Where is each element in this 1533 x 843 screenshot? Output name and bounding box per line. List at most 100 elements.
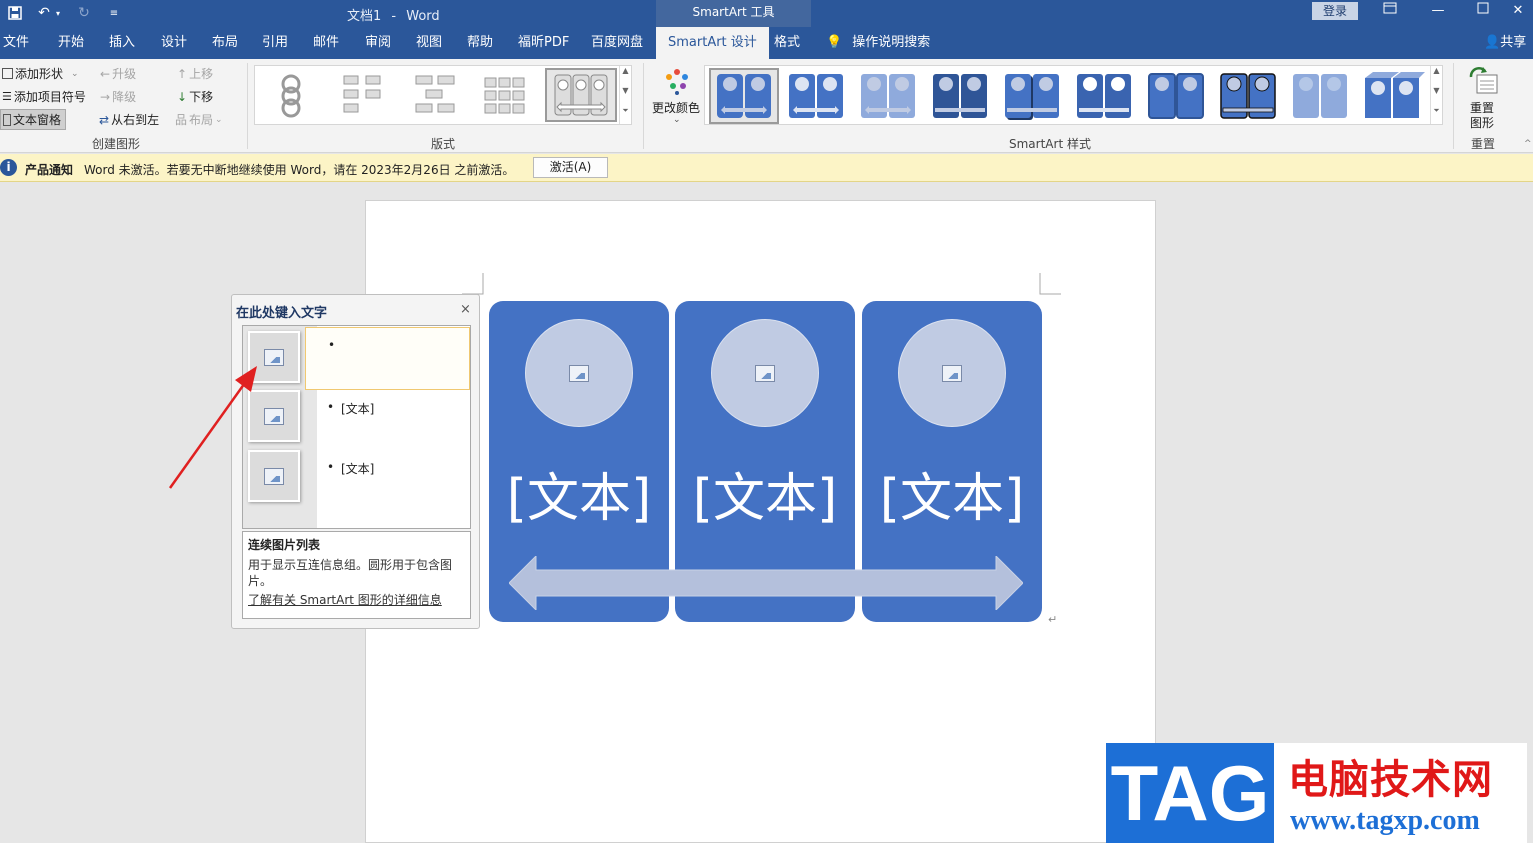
chevron-down-icon: ⌄ [71, 68, 79, 79]
reset-graphic-button[interactable]: 重置 图形 [1460, 63, 1506, 130]
learn-more-link[interactable]: 了解有关 SmartArt 图形的详细信息 [248, 591, 465, 608]
style-option-3d[interactable] [1359, 70, 1425, 122]
gallery-scroll-down[interactable]: ▼ [1430, 86, 1442, 106]
style-option-inset[interactable] [1143, 70, 1209, 122]
style-option-moderate[interactable] [783, 70, 849, 122]
layout-option-circular[interactable] [261, 70, 321, 120]
add-bullet-button[interactable]: ☰ 添加项目符号 [2, 88, 86, 105]
share-button[interactable]: 👤共享 [1484, 27, 1526, 59]
text-pane-icon [3, 113, 11, 126]
ribbon-display-options-icon[interactable] [1375, 2, 1405, 22]
reset-graphic-label-line2: 图形 [1470, 116, 1495, 130]
notification-message: Word 未激活。若要无中断地继续使用 Word，请在 2023年2月26日 之… [84, 163, 515, 177]
picture-icon [264, 467, 284, 485]
tab-mailings[interactable]: 邮件 [313, 27, 339, 59]
layout-option-process[interactable] [333, 70, 393, 120]
title-bar: ↶ ▾ ↻ ≡ 文档1 - Word SmartArt 工具 登录 — ✕ [0, 0, 1533, 27]
tab-insert[interactable]: 插入 [109, 27, 135, 59]
text-pane-item[interactable]: • [文本] [305, 450, 470, 510]
style-option-intense[interactable] [927, 70, 993, 122]
promote-button[interactable]: ← 升级 [100, 65, 136, 82]
layout-option-hierarchy[interactable] [405, 70, 465, 120]
text-pane-button[interactable]: 文本窗格 [0, 109, 67, 130]
activate-button[interactable]: 激活(A) [533, 157, 608, 178]
bullet: • [327, 460, 335, 474]
insert-picture-icon[interactable] [755, 364, 775, 382]
watermark-title: 电脑技术网 [1288, 757, 1493, 803]
redo-icon[interactable]: ↻ [73, 3, 95, 23]
add-shape-label: 添加形状 [15, 67, 64, 81]
insert-picture-icon[interactable] [942, 364, 962, 382]
tab-home[interactable]: 开始 [58, 27, 84, 59]
tab-smartart-design[interactable]: SmartArt 设计 [656, 27, 769, 59]
collapse-ribbon-icon[interactable]: ^ [1524, 139, 1532, 149]
tab-layout[interactable]: 布局 [212, 27, 238, 59]
smartart-text[interactable]: [文本] [675, 456, 855, 531]
tab-foxit-pdf[interactable]: 福昕PDF [518, 27, 569, 59]
gallery-scroll-up[interactable]: ▲ [619, 66, 631, 86]
picture-icon [264, 407, 284, 425]
tab-design[interactable]: 设计 [161, 27, 187, 59]
maximize-icon[interactable] [1468, 2, 1498, 22]
layout-option-grid[interactable] [475, 70, 535, 120]
smartart-text-pane: 在此处键入文字 × • • [文本] • [文本] 连续图片列表 用于显示互连信… [231, 294, 480, 629]
text-pane-item[interactable]: • [305, 327, 470, 390]
close-icon[interactable]: × [460, 302, 471, 317]
bullet: • [328, 338, 336, 352]
promote-label: 升级 [112, 67, 137, 81]
tell-me-search[interactable]: 💡 操作说明搜索 [826, 27, 930, 59]
style-option-shadow[interactable] [999, 70, 1065, 122]
layout-name: 连续图片列表 [248, 538, 321, 552]
gallery-expand[interactable]: ⏷ [1430, 106, 1442, 124]
gallery-scroll-up[interactable]: ▲ [1430, 66, 1442, 86]
create-graphic-group-label: 创建图形 [92, 137, 141, 151]
tab-baidu-netdisk[interactable]: 百度网盘 [591, 27, 643, 59]
login-button[interactable]: 登录 [1312, 2, 1358, 20]
customize-quick-access-icon[interactable]: ≡ [103, 3, 125, 23]
group-divider [247, 63, 248, 149]
picture-placeholder[interactable] [525, 319, 633, 427]
gallery-scroll-down[interactable]: ▼ [619, 86, 631, 106]
smartart-text[interactable]: [文本] [489, 456, 669, 531]
margin-corner-mark [1039, 273, 1061, 295]
move-up-button[interactable]: ↑ 上移 [177, 65, 213, 82]
undo-dropdown-icon[interactable]: ▾ [52, 3, 64, 23]
tab-review[interactable]: 审阅 [365, 27, 391, 59]
save-icon[interactable] [4, 3, 26, 23]
picture-placeholder[interactable] [898, 319, 1006, 427]
change-colors-button[interactable]: 更改颜色 ⌄ [651, 65, 703, 129]
bullet-list-icon: ☰ [2, 90, 12, 103]
tab-file[interactable]: 文件 [3, 27, 29, 59]
move-down-button[interactable]: ↓ 下移 [177, 88, 213, 105]
ribbon-smartart-design: 添加形状 ⌄ ☰ 添加项目符号 文本窗格 ← 升级 → 降级 ⇄ 从右到左 ↑ 上移 ↓… [0, 59, 1533, 153]
smartart-text[interactable]: [文本] [862, 456, 1042, 531]
person-icon: 👤 [1484, 35, 1501, 50]
text-pane-list: • • [文本] • [文本] [242, 325, 471, 529]
layouts-group-label: 版式 [431, 137, 456, 151]
close-window-icon[interactable]: ✕ [1503, 2, 1533, 22]
style-option-powder[interactable] [1287, 70, 1353, 122]
smartart-styles-group-label: SmartArt 样式 [1009, 137, 1091, 151]
double-arrow-connector[interactable] [509, 556, 1023, 610]
gallery-expand[interactable]: ⏷ [619, 106, 631, 124]
tab-view[interactable]: 视图 [416, 27, 442, 59]
annotation-arrow [168, 366, 257, 489]
tell-me-label: 操作说明搜索 [852, 35, 931, 50]
tab-references[interactable]: 引用 [262, 27, 288, 59]
style-option-simple[interactable] [709, 68, 779, 124]
layout-option-continuous-picture-list[interactable] [545, 68, 617, 122]
style-option-subtle[interactable] [855, 70, 921, 122]
add-shape-button[interactable]: 添加形状 ⌄ [2, 65, 79, 82]
tab-help[interactable]: 帮助 [467, 27, 493, 59]
picture-placeholder[interactable] [711, 319, 819, 427]
tab-format[interactable]: 格式 [774, 27, 800, 59]
demote-button[interactable]: → 降级 [100, 88, 136, 105]
style-option-cartoon[interactable] [1215, 70, 1281, 122]
minimize-icon[interactable]: — [1423, 2, 1453, 22]
layout-dropdown[interactable]: 品布局 ⌄ [175, 111, 223, 128]
right-to-left-button[interactable]: ⇄ 从右到左 [99, 111, 159, 128]
style-option-polished[interactable] [1071, 70, 1137, 122]
text-pane-item[interactable]: • [文本] [305, 390, 470, 450]
change-colors-label: 更改颜色 [652, 101, 701, 115]
insert-picture-icon[interactable] [569, 364, 589, 382]
